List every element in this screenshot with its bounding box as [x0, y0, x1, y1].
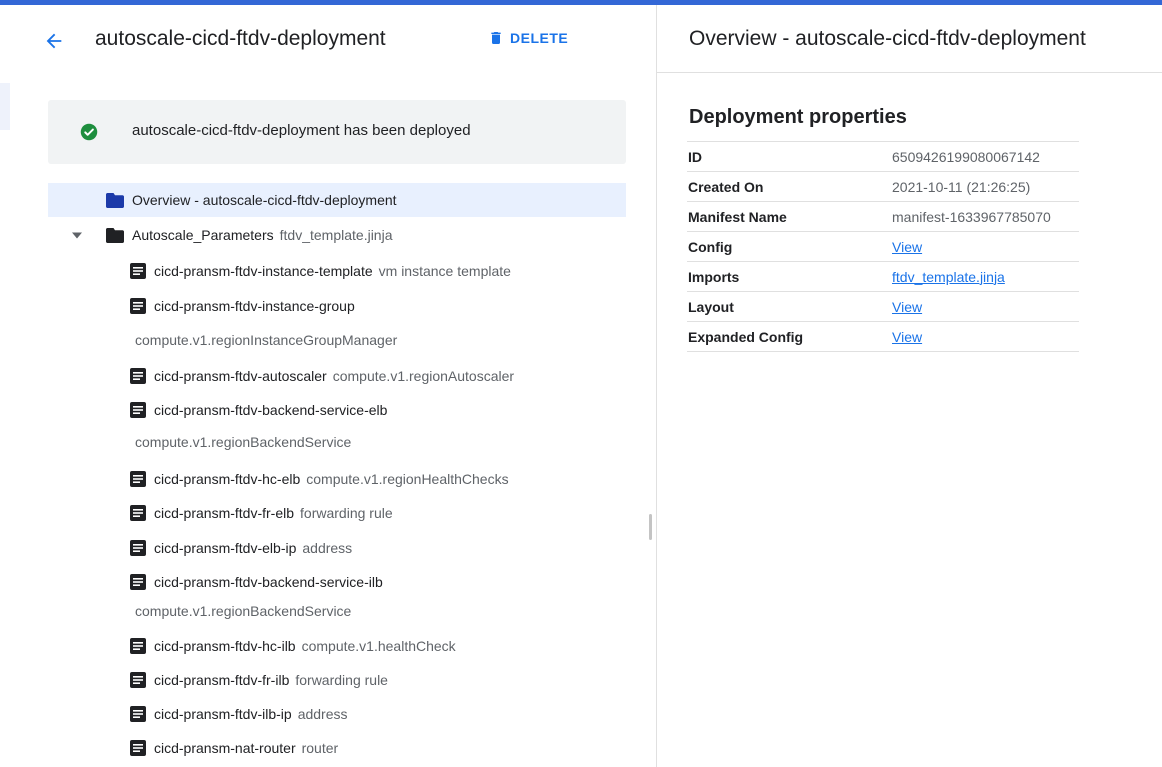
property-row: Expanded Config View — [687, 321, 1079, 352]
resource-type: forwarding rule — [295, 672, 388, 688]
resource-name: cicd-pransm-ftdv-autoscaler — [154, 368, 327, 384]
property-key: ID — [687, 141, 892, 172]
document-icon — [130, 263, 146, 279]
overview-panel: Overview - autoscale-cicd-ftdv-deploymen… — [657, 5, 1162, 767]
resource-name: cicd-pransm-ftdv-ilb-ip — [154, 706, 292, 722]
tree-item-type: ftdv_template.jinja — [279, 227, 393, 243]
resource-name: cicd-pransm-ftdv-hc-ilb — [154, 638, 296, 654]
property-row: Manifest Name manifest-1633967785070 — [687, 201, 1079, 232]
resource-row[interactable]: cicd-pransm-ftdv-fr-ilb forwarding rule — [130, 663, 388, 697]
tree-item-label: Autoscale_Parameters — [132, 227, 274, 243]
back-button[interactable] — [38, 25, 70, 57]
arrow-back-icon — [46, 33, 62, 49]
resource-row[interactable]: cicd-pransm-ftdv-autoscaler compute.v1.r… — [130, 359, 514, 393]
resource-type: address — [302, 540, 353, 556]
property-row: Config View — [687, 231, 1079, 262]
property-row: Imports ftdv_template.jinja — [687, 261, 1079, 292]
tree-item-overview[interactable]: Overview - autoscale-cicd-ftdv-deploymen… — [48, 183, 626, 217]
property-key: Config — [687, 231, 892, 262]
property-key: Created On — [687, 171, 892, 202]
document-icon — [130, 540, 146, 556]
document-icon — [130, 471, 146, 487]
folder-icon — [106, 192, 124, 208]
deployment-properties-table: ID 6509426199080067142 Created On 2021-1… — [687, 141, 1079, 352]
resource-type: address — [297, 706, 348, 722]
property-value-cell: ftdv_template.jinja — [892, 261, 1079, 292]
property-value: manifest-1633967785070 — [892, 201, 1079, 232]
deployment-detail-panel: autoscale-cicd-ftdv-deployment DELETE au… — [0, 5, 657, 767]
document-icon — [130, 402, 146, 418]
property-key: Layout — [687, 291, 892, 322]
resource-type: vm instance template — [378, 263, 511, 279]
resource-row[interactable]: cicd-pransm-ftdv-instance-group — [130, 289, 355, 323]
deployment-header: autoscale-cicd-ftdv-deployment DELETE — [0, 5, 657, 73]
resource-name: cicd-pransm-nat-router — [154, 740, 296, 756]
property-value: 6509426199080067142 — [892, 141, 1079, 172]
property-value: 2021-10-11 (21:26:25) — [892, 171, 1079, 202]
imports-link[interactable]: ftdv_template.jinja — [892, 269, 1005, 285]
resource-name: cicd-pransm-ftdv-backend-service-elb — [154, 402, 388, 418]
layout-view-link[interactable]: View — [892, 299, 922, 315]
overview-header: Overview - autoscale-cicd-ftdv-deploymen… — [657, 5, 1162, 73]
resource-row[interactable]: cicd-pransm-ftdv-elb-ip address — [130, 531, 352, 565]
document-icon — [130, 574, 146, 590]
resource-row[interactable]: cicd-pransm-ftdv-hc-ilb compute.v1.healt… — [130, 629, 456, 663]
deployment-status-banner: autoscale-cicd-ftdv-deployment has been … — [48, 100, 626, 164]
resource-row[interactable]: cicd-pransm-ftdv-ilb-ip address — [130, 697, 348, 731]
property-key: Expanded Config — [687, 321, 892, 352]
resource-type: compute.v1.regionBackendService — [135, 434, 352, 450]
resource-type: router — [301, 740, 339, 756]
check-circle-icon — [80, 123, 98, 141]
property-value-cell: View — [892, 231, 1079, 262]
resource-type: forwarding rule — [300, 505, 393, 521]
document-icon — [130, 298, 146, 314]
resource-type: compute.v1.regionBackendService — [135, 603, 352, 619]
tree-item-autoscale-parameters[interactable]: Autoscale_Parameters ftdv_template.jinja — [72, 218, 392, 252]
resource-row[interactable]: cicd-pransm-ftdv-hc-elb compute.v1.regio… — [130, 462, 509, 496]
trash-icon — [491, 32, 501, 44]
property-row: Created On 2021-10-11 (21:26:25) — [687, 171, 1079, 202]
property-row: Layout View — [687, 291, 1079, 322]
resource-name: cicd-pransm-ftdv-fr-elb — [154, 505, 295, 521]
properties-heading: Deployment properties — [689, 106, 907, 128]
property-value-cell: View — [892, 321, 1079, 352]
folder-icon — [106, 227, 124, 243]
resource-type: compute.v1.regionInstanceGroupManager — [135, 332, 398, 348]
resource-name: cicd-pransm-ftdv-hc-elb — [154, 471, 301, 487]
config-view-link[interactable]: View — [892, 239, 922, 255]
resource-name: cicd-pransm-ftdv-instance-template — [154, 263, 373, 279]
deployment-title: autoscale-cicd-ftdv-deployment — [95, 27, 386, 50]
resource-row[interactable]: cicd-pransm-ftdv-backend-service-elb — [130, 393, 387, 427]
resource-type: compute.v1.healthCheck — [301, 638, 456, 654]
resource-name: cicd-pransm-ftdv-backend-service-ilb — [154, 574, 383, 590]
property-key: Manifest Name — [687, 201, 892, 232]
property-row: ID 6509426199080067142 — [687, 141, 1079, 172]
banner-message: autoscale-cicd-ftdv-deployment has been … — [132, 122, 471, 139]
document-icon — [130, 706, 146, 722]
resource-row[interactable]: cicd-pransm-ftdv-fr-elb forwarding rule — [130, 496, 393, 530]
resource-row[interactable]: cicd-pransm-ftdv-instance-template vm in… — [130, 254, 511, 288]
resource-name: cicd-pransm-ftdv-instance-group — [154, 298, 355, 314]
resource-row[interactable]: cicd-pransm-nat-router router — [130, 731, 338, 765]
delete-button[interactable]: DELETE — [488, 29, 568, 47]
delete-label: DELETE — [510, 30, 569, 46]
resource-name: cicd-pransm-ftdv-elb-ip — [154, 540, 297, 556]
resource-type: compute.v1.regionAutoscaler — [332, 368, 515, 384]
tree-item-label: Overview - autoscale-cicd-ftdv-deploymen… — [132, 192, 397, 208]
property-key: Imports — [687, 261, 892, 292]
expanded-config-view-link[interactable]: View — [892, 329, 922, 345]
panel-resize-handle[interactable] — [649, 514, 652, 540]
expand-caret-icon[interactable] — [72, 232, 82, 239]
document-icon — [130, 740, 146, 756]
document-icon — [130, 672, 146, 688]
document-icon — [130, 368, 146, 384]
resource-type: compute.v1.regionHealthChecks — [306, 471, 509, 487]
overview-title: Overview - autoscale-cicd-ftdv-deploymen… — [689, 27, 1086, 50]
property-value-cell: View — [892, 291, 1079, 322]
resource-row[interactable]: cicd-pransm-ftdv-backend-service-ilb — [130, 565, 383, 599]
document-icon — [130, 638, 146, 654]
document-icon — [130, 505, 146, 521]
resource-name: cicd-pransm-ftdv-fr-ilb — [154, 672, 290, 688]
